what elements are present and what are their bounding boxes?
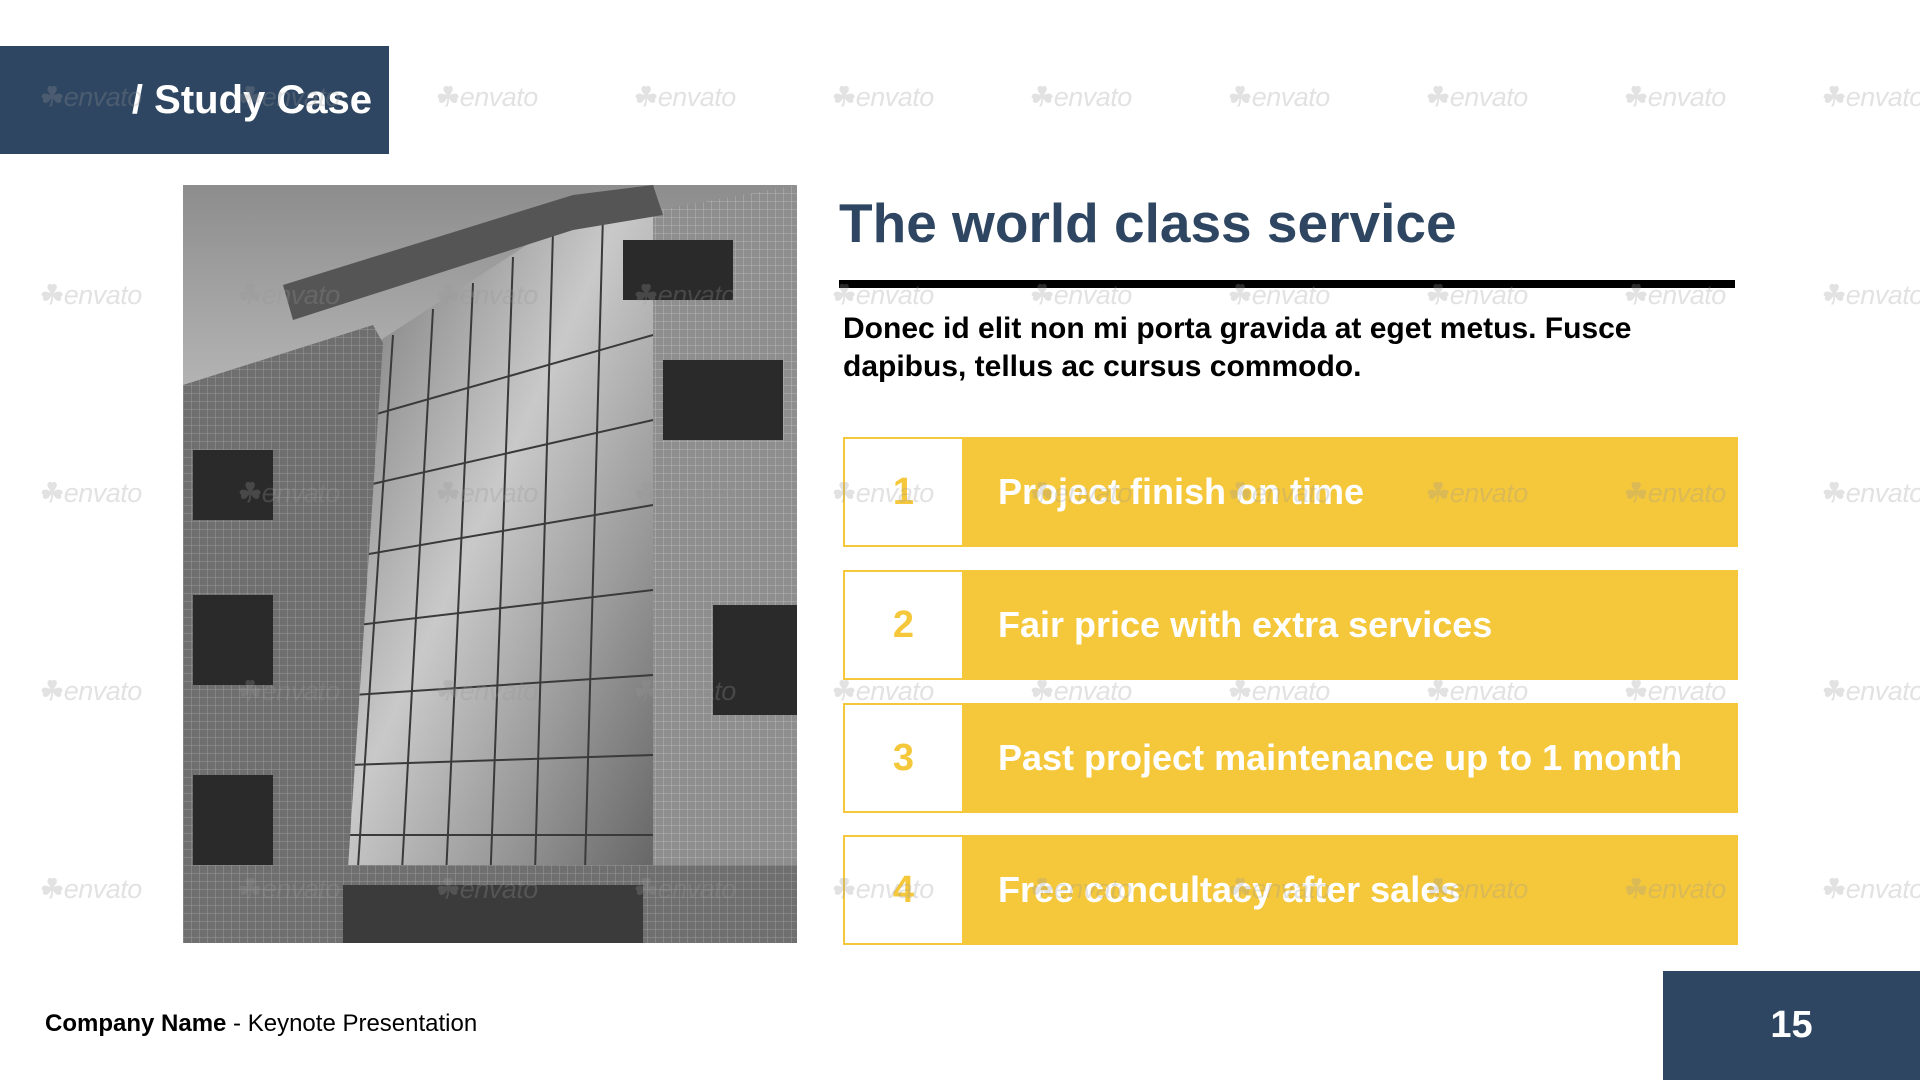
watermark-text: envato <box>1845 280 1920 310</box>
feature-number: 2 <box>843 570 964 680</box>
watermark-text: envato <box>1845 82 1920 112</box>
envato-leaf-icon: ☘ <box>40 874 64 904</box>
feature-label: Past project maintenance up to 1 month <box>964 703 1738 813</box>
footer: Company Name - Keynote Presentation <box>45 1010 477 1038</box>
watermark-mark: ☘envato <box>1228 82 1330 113</box>
envato-leaf-icon: ☘ <box>40 280 64 310</box>
building-photo-graphic <box>183 185 797 943</box>
watermark-mark: ☘envato <box>832 82 934 113</box>
envato-leaf-icon: ☘ <box>1228 82 1252 112</box>
watermark-text: envato <box>1845 676 1920 706</box>
watermark-text: envato <box>63 280 143 310</box>
feature-number: 3 <box>843 703 964 813</box>
envato-leaf-icon: ☘ <box>1426 82 1450 112</box>
watermark-text: envato <box>1449 676 1529 706</box>
watermark-text: envato <box>63 874 143 904</box>
feature-item: 3 Past project maintenance up to 1 month <box>843 703 1738 813</box>
page-number-box: 15 <box>1663 971 1920 1080</box>
footer-subtitle: - Keynote Presentation <box>226 1010 478 1037</box>
watermark-text: envato <box>1647 82 1727 112</box>
watermark-mark: ☘envato <box>1822 676 1920 707</box>
watermark-mark: ☘envato <box>40 874 142 905</box>
section-tag: / Study Case <box>0 46 389 154</box>
section-tag-label: / Study Case <box>131 77 372 122</box>
watermark-text: envato <box>459 82 539 112</box>
watermark-mark: ☘envato <box>1030 82 1132 113</box>
envato-leaf-icon: ☘ <box>1822 280 1846 310</box>
watermark-mark: ☘envato <box>1822 82 1920 113</box>
feature-label: Fair price with extra services <box>964 570 1738 680</box>
footer-company-name: Company Name <box>45 1010 227 1037</box>
feature-item: 4 Free concultacy after sales <box>843 835 1738 945</box>
envato-leaf-icon: ☘ <box>832 676 856 706</box>
headline-divider <box>839 280 1735 288</box>
watermark-mark: ☘envato <box>40 478 142 509</box>
slide-headline: The world class service <box>839 192 1457 254</box>
watermark-mark: ☘envato <box>40 280 142 311</box>
watermark-text: envato <box>1251 676 1331 706</box>
feature-item: 2 Fair price with extra services <box>843 570 1738 680</box>
watermark-text: envato <box>63 478 143 508</box>
feature-label: Project finish on time <box>964 437 1738 547</box>
feature-number: 4 <box>843 835 964 945</box>
feature-label: Free concultacy after sales <box>964 835 1738 945</box>
watermark-text: envato <box>1449 82 1529 112</box>
watermark-mark: ☘envato <box>1822 280 1920 311</box>
watermark-text: envato <box>63 676 143 706</box>
envato-leaf-icon: ☘ <box>1030 82 1054 112</box>
watermark-mark: ☘envato <box>1426 82 1528 113</box>
envato-leaf-icon: ☘ <box>1822 478 1846 508</box>
watermark-text: envato <box>1845 874 1920 904</box>
watermark-mark: ☘envato <box>634 82 736 113</box>
envato-leaf-icon: ☘ <box>436 82 460 112</box>
watermark-text: envato <box>1845 478 1920 508</box>
watermark-mark: ☘envato <box>1624 82 1726 113</box>
watermark-mark: ☘envato <box>1822 874 1920 905</box>
envato-leaf-icon: ☘ <box>1228 676 1252 706</box>
envato-leaf-icon: ☘ <box>1030 676 1054 706</box>
watermark-text: envato <box>1647 676 1727 706</box>
feature-item: 1 Project finish on time <box>843 437 1738 547</box>
envato-leaf-icon: ☘ <box>1822 82 1846 112</box>
envato-leaf-icon: ☘ <box>1426 676 1450 706</box>
envato-leaf-icon: ☘ <box>634 82 658 112</box>
envato-leaf-icon: ☘ <box>1624 676 1648 706</box>
watermark-text: envato <box>855 82 935 112</box>
building-photo <box>183 185 797 943</box>
watermark-mark: ☘envato <box>1822 478 1920 509</box>
watermark-mark: ☘envato <box>436 82 538 113</box>
watermark-text: envato <box>657 82 737 112</box>
envato-leaf-icon: ☘ <box>1624 82 1648 112</box>
envato-leaf-icon: ☘ <box>1822 676 1846 706</box>
watermark-text: envato <box>1053 82 1133 112</box>
envato-leaf-icon: ☘ <box>1822 874 1846 904</box>
page-number: 15 <box>1770 1004 1813 1046</box>
watermark-mark: ☘envato <box>40 676 142 707</box>
watermark-text: envato <box>1053 676 1133 706</box>
watermark-text: envato <box>1251 82 1331 112</box>
watermark-text: envato <box>855 676 935 706</box>
envato-leaf-icon: ☘ <box>40 478 64 508</box>
envato-leaf-icon: ☘ <box>832 82 856 112</box>
intro-paragraph: Donec id elit non mi porta gravida at eg… <box>843 312 1632 383</box>
envato-leaf-icon: ☘ <box>40 676 64 706</box>
feature-number: 1 <box>843 437 964 547</box>
